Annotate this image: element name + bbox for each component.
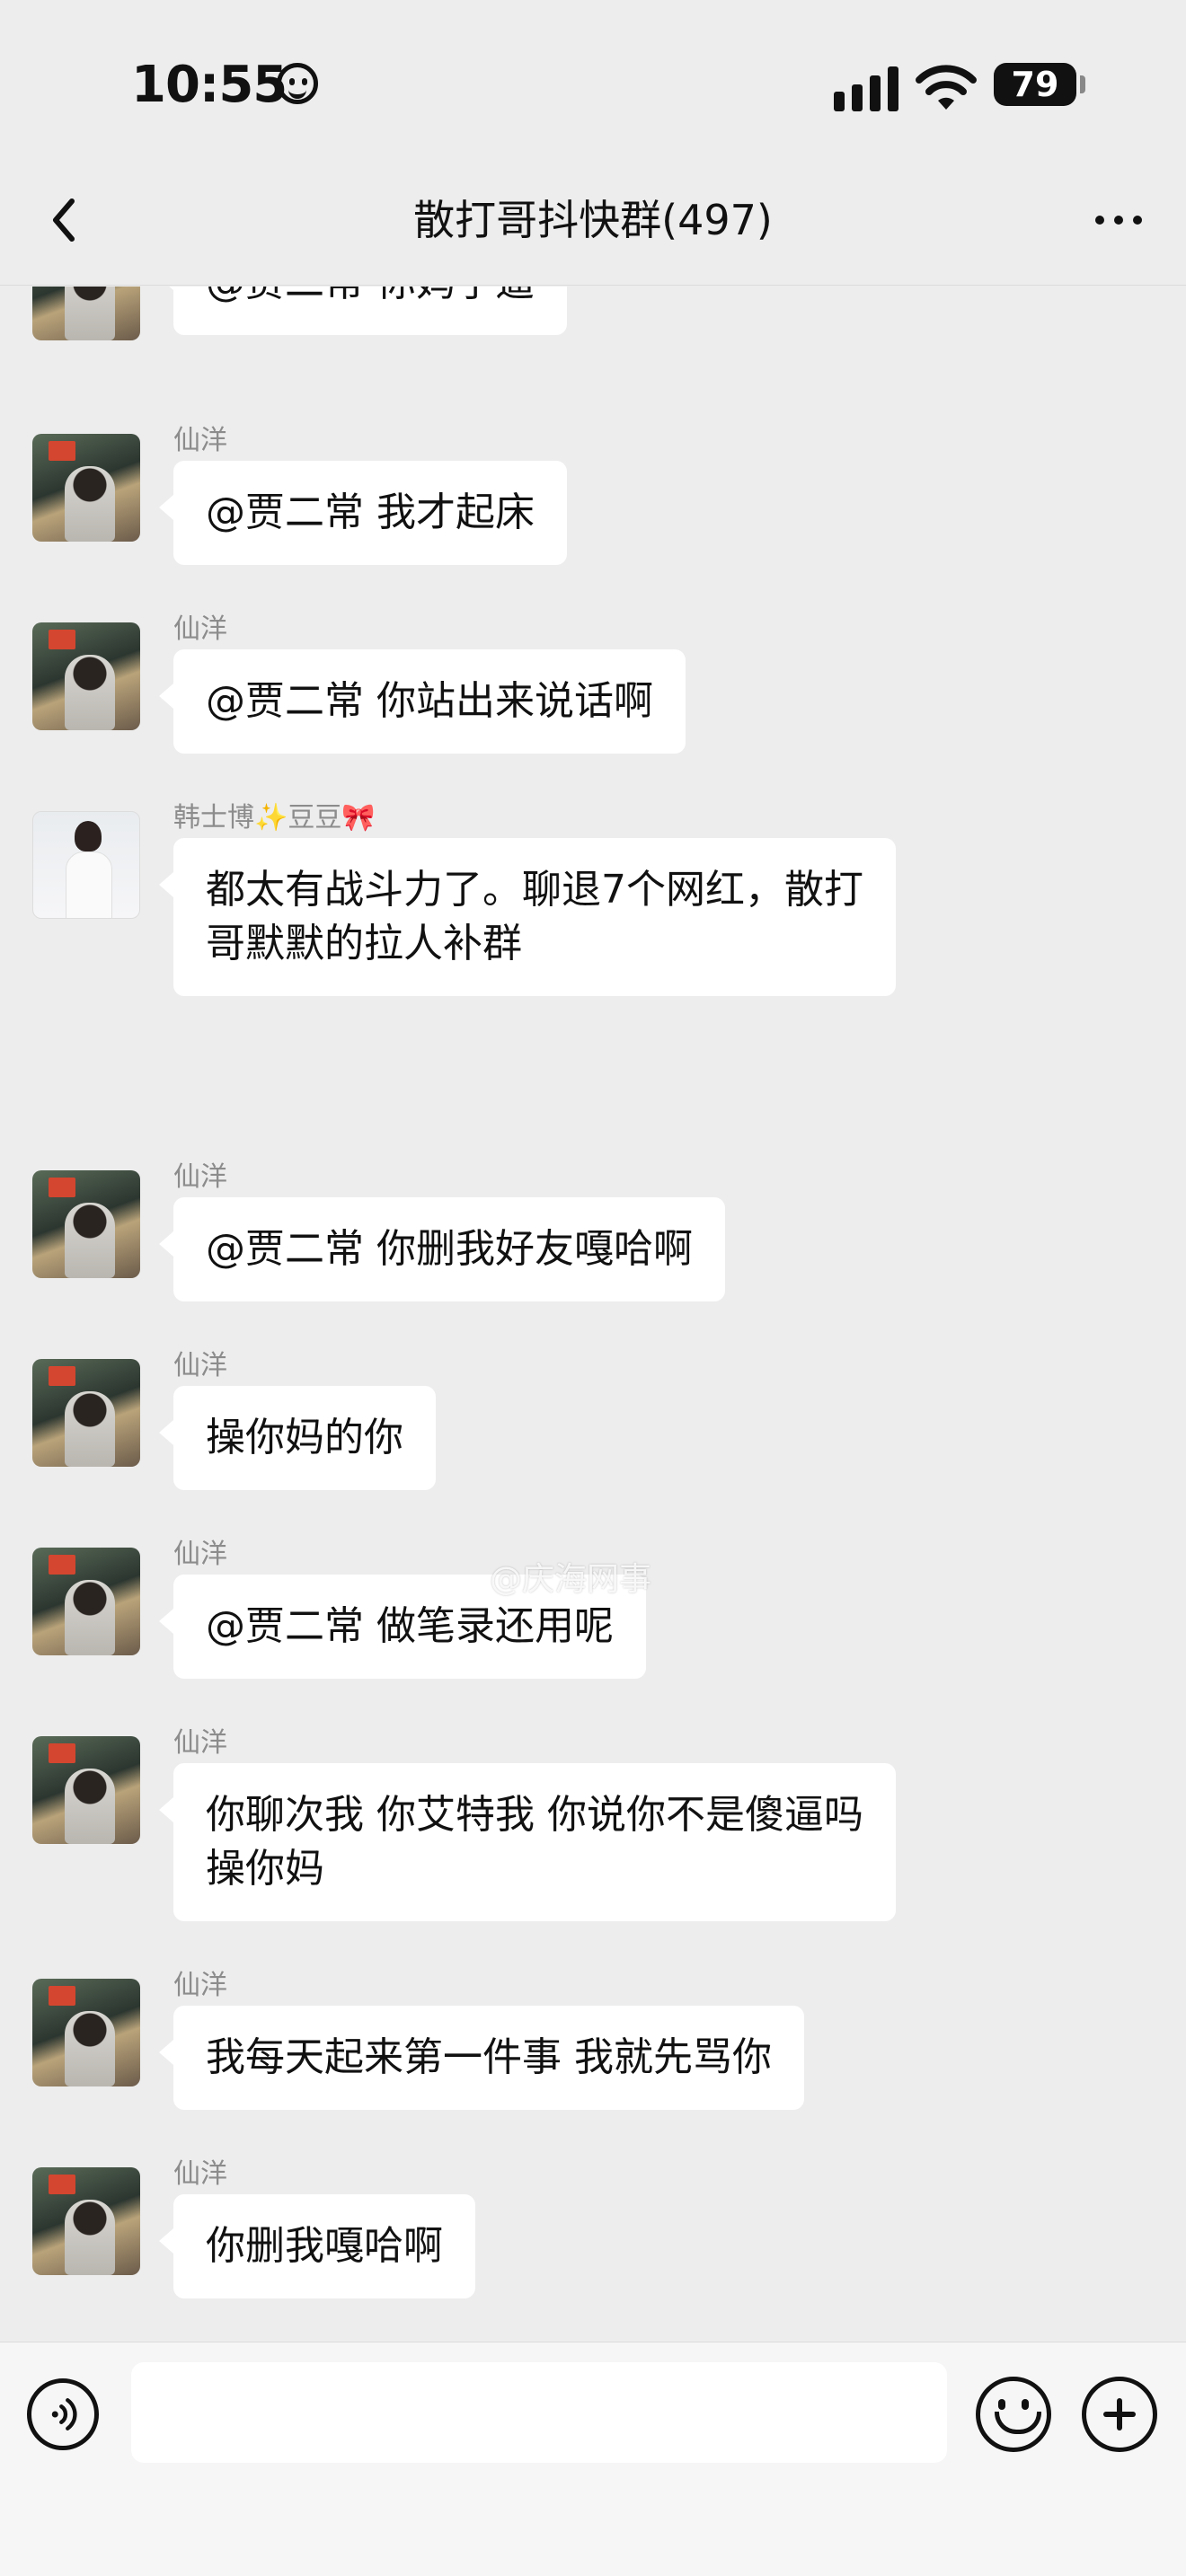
cellular-signal-icon (834, 66, 898, 111)
message-bubble[interactable]: 你聊次我 你艾特我 你说你不是傻逼吗 操你妈 (159, 1763, 896, 1921)
plus-icon[interactable] (1082, 2377, 1157, 2452)
message-input[interactable] (131, 2362, 947, 2463)
more-dots-icon[interactable] (1087, 189, 1150, 251)
sender-name: 仙洋 (173, 1350, 227, 1381)
sender-name: 仙洋 (173, 2158, 227, 2190)
avatar[interactable] (32, 1979, 140, 2086)
sender-name: 仙洋 (173, 1539, 227, 1570)
avatar[interactable] (32, 2167, 140, 2275)
sender-name: 韩士博✨豆豆🎀 (173, 802, 376, 834)
message-bubble[interactable]: 操你妈的你 (159, 1386, 436, 1490)
avatar[interactable] (32, 622, 140, 730)
message-bubble[interactable]: @贾二常 你站出来说话啊 (159, 649, 686, 754)
chat-header: 散打哥抖快群(497) (0, 162, 1186, 286)
sender-name: 仙洋 (173, 613, 227, 645)
message-bubble[interactable]: @贾二常 我才起床 (159, 461, 567, 565)
message-list[interactable]: @贾二常 你妈了逼 仙洋 @贾二常 我才起床 仙洋 @贾二常 你站出来说话啊 韩… (0, 287, 1186, 2342)
avatar[interactable] (32, 1359, 140, 1467)
watermark: @庆海网事 (490, 1561, 652, 1598)
wifi-icon (916, 65, 977, 110)
avatar[interactable] (32, 434, 140, 542)
avatar[interactable] (32, 811, 140, 919)
sender-name: 仙洋 (173, 1727, 227, 1759)
voice-icon[interactable] (27, 2378, 99, 2450)
battery-indicator: 79 (994, 63, 1085, 106)
sender-name: 仙洋 (173, 1970, 227, 2001)
sender-name: 仙洋 (173, 425, 227, 456)
page-title: 散打哥抖快群(497) (413, 196, 773, 244)
message-bubble[interactable]: 都太有战斗力了。聊退7个网红，散打 哥默默的拉人补群 (159, 838, 896, 996)
message-bubble[interactable]: @贾二常 你删我好友嘎哈啊 (159, 1197, 725, 1301)
avatar[interactable] (32, 1548, 140, 1655)
avatar[interactable] (32, 287, 140, 340)
status-bar: 10:55 79 (0, 0, 1186, 162)
avatar[interactable] (32, 1736, 140, 1844)
smiley-status-icon (277, 63, 318, 104)
message-bubble[interactable]: 我每天起来第一件事 我就先骂你 (159, 2006, 804, 2110)
message-bubble[interactable]: 你删我嘎哈啊 (159, 2194, 475, 2298)
input-bar (0, 2342, 1186, 2576)
message-bubble[interactable]: @贾二常 你妈了逼 (159, 287, 567, 335)
avatar[interactable] (32, 1170, 140, 1278)
sender-name: 仙洋 (173, 1161, 227, 1193)
emoji-icon[interactable] (976, 2377, 1051, 2452)
status-time: 10:55 (131, 56, 288, 114)
